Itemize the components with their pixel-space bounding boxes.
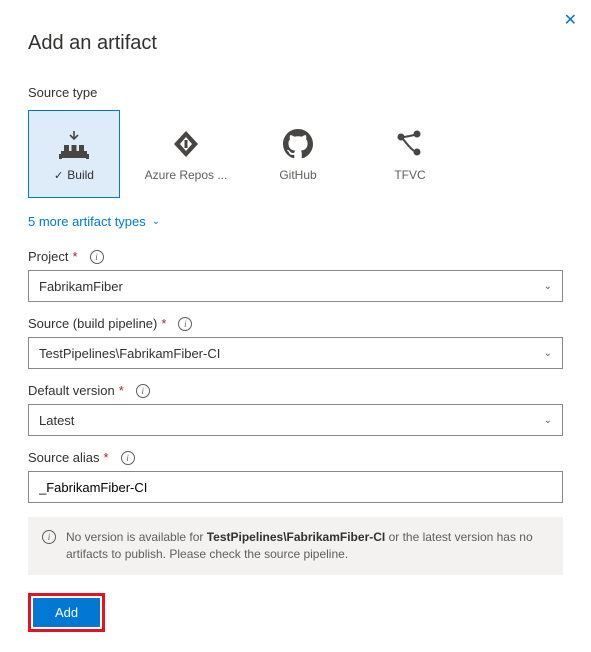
- source-type-label: Source type: [28, 85, 563, 100]
- build-icon: [57, 126, 91, 162]
- source-type-azure-repos[interactable]: Azure Repos ...: [140, 110, 232, 198]
- close-icon[interactable]: ✕: [564, 10, 577, 30]
- chevron-down-icon: ⌄: [544, 415, 552, 426]
- panel-title: Add an artifact: [28, 32, 563, 55]
- required-indicator: *: [161, 316, 166, 331]
- info-msg-prefix: No version is available for: [66, 530, 207, 544]
- github-icon: [283, 126, 313, 162]
- project-select[interactable]: FabrikamFiber ⌄: [28, 270, 563, 302]
- chevron-down-icon: ⌄: [152, 216, 160, 227]
- source-type-azure-repos-label: Azure Repos ...: [145, 168, 228, 182]
- info-icon[interactable]: i: [121, 451, 135, 465]
- tfvc-icon: [395, 126, 425, 162]
- more-artifact-types-label: 5 more artifact types: [28, 214, 146, 229]
- default-version-label: Default version: [28, 383, 115, 398]
- info-icon[interactable]: i: [90, 250, 104, 264]
- info-message-box: i No version is available for TestPipeli…: [28, 517, 563, 575]
- source-type-build[interactable]: ✓ Build: [28, 110, 120, 198]
- source-type-tfvc-label: TFVC: [394, 168, 425, 182]
- more-artifact-types-link[interactable]: 5 more artifact types ⌄: [28, 214, 160, 229]
- chevron-down-icon: ⌄: [544, 348, 552, 359]
- info-msg-bold: TestPipelines\FabrikamFiber-CI: [207, 530, 386, 544]
- default-version-select[interactable]: Latest ⌄: [28, 404, 563, 436]
- source-select[interactable]: TestPipelines\FabrikamFiber-CI ⌄: [28, 337, 563, 369]
- checkmark-icon: ✓: [54, 169, 63, 182]
- chevron-down-icon: ⌄: [544, 281, 552, 292]
- project-label: Project: [28, 249, 68, 264]
- default-version-value: Latest: [39, 413, 74, 428]
- add-button-highlight: Add: [28, 593, 105, 632]
- required-indicator: *: [119, 383, 124, 398]
- project-value: FabrikamFiber: [39, 279, 123, 294]
- info-icon: i: [42, 530, 56, 544]
- required-indicator: *: [72, 249, 77, 264]
- source-alias-input[interactable]: [28, 471, 563, 503]
- required-indicator: *: [104, 450, 109, 465]
- source-type-tfvc[interactable]: TFVC: [364, 110, 456, 198]
- source-type-github[interactable]: GitHub: [252, 110, 344, 198]
- add-button[interactable]: Add: [33, 598, 100, 627]
- source-value: TestPipelines\FabrikamFiber-CI: [39, 346, 220, 361]
- info-icon[interactable]: i: [178, 317, 192, 331]
- azure-repos-icon: [171, 126, 201, 162]
- source-alias-label: Source alias: [28, 450, 100, 465]
- source-type-build-label: Build: [67, 168, 94, 182]
- info-icon[interactable]: i: [136, 384, 150, 398]
- source-type-github-label: GitHub: [279, 168, 316, 182]
- source-label: Source (build pipeline): [28, 316, 157, 331]
- source-type-options: ✓ Build Azure Repos ... GitHub: [28, 110, 563, 198]
